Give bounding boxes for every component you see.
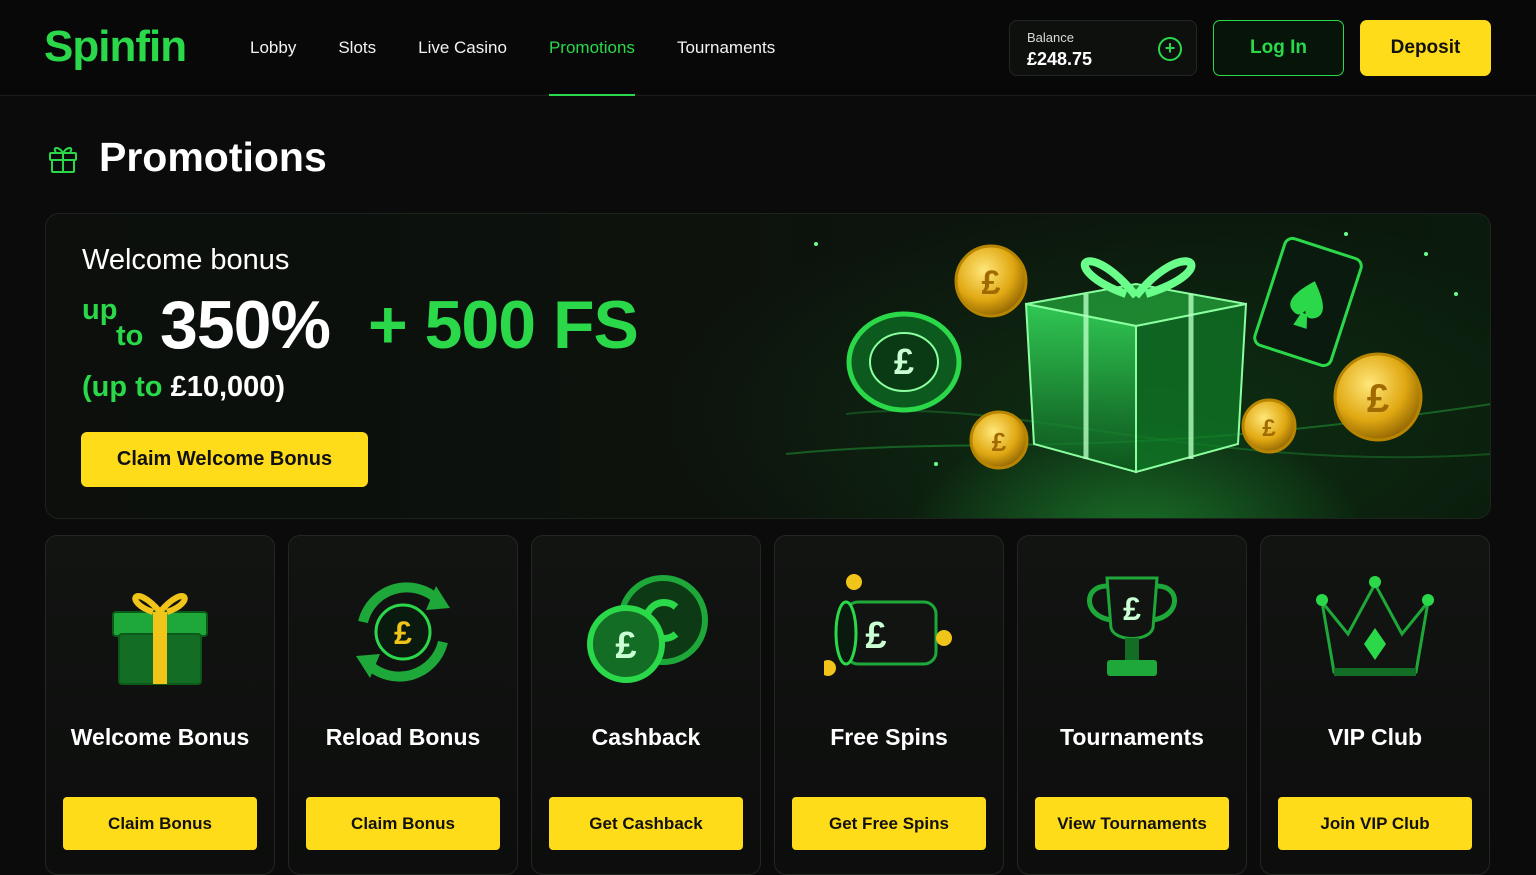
promo-card-welcome-bonus: Welcome Bonus Claim Bonus [45,535,275,875]
promo-card-title: Cashback [591,724,701,750]
balance-label: Balance [1027,30,1074,45]
crown-icon [1316,576,1434,676]
logo[interactable]: Spinfin [44,22,187,72]
reload-coin-icon: £ [356,582,450,682]
view-tournaments-button[interactable]: View Tournaments [1035,797,1229,850]
welcome-bonus-banner: Welcome bonus up to 350% + 500 FS (up to… [45,213,1491,519]
promo-card-tournaments: £ Tournaments View Tournaments [1017,535,1247,875]
promo-card-title: VIP Club [1327,724,1423,750]
hero-free-spins: + 500 FS [368,287,639,363]
hero-bonus-cap: (up to £10,000) [82,371,285,404]
nav-slots[interactable]: Slots [338,0,376,96]
promo-card-vip-club: VIP Club Join VIP Club [1260,535,1490,875]
promo-card-cashback: £ Cashback Get Cashback [531,535,761,875]
svg-text:£: £ [865,615,886,657]
hero-bonus-percent: 350% [160,287,331,363]
get-free-spins-button[interactable]: Get Free Spins [792,797,986,850]
casino-chip-icon: £ [846,311,962,413]
nav-live-casino[interactable]: Live Casino [418,0,507,96]
balance-value: £248.75 [1027,49,1093,69]
slot-reel-icon: £ [824,574,952,676]
top-header: Spinfin Lobby Slots Live Casino Promotio… [0,0,1536,96]
add-funds-icon[interactable]: + [1158,37,1182,61]
gift-icon [112,593,208,685]
claim-welcome-bonus-button[interactable]: Claim Welcome Bonus [81,432,368,487]
hero-cap-prefix: (up to [82,371,171,403]
promo-card-reload-bonus: £ Reload Bonus Claim Bonus [288,535,518,875]
svg-text:£: £ [394,615,412,651]
promo-card-title: Free Spins [830,724,948,750]
login-button[interactable]: Log In [1213,20,1344,76]
logo-text: Spinfin [44,22,187,71]
svg-text:£: £ [1367,377,1389,421]
gift-box-icon [1024,257,1248,474]
promo-card-title: Tournaments [1060,724,1204,750]
promo-card-title: Reload Bonus [325,724,481,750]
hero-kicker: Welcome bonus [82,244,290,276]
page-title: Promotions [99,134,327,180]
nav-promotions[interactable]: Promotions [548,0,635,96]
svg-text:£: £ [992,427,1007,457]
svg-text:£: £ [894,341,914,382]
join-vip-club-button[interactable]: Join VIP Club [1278,797,1472,850]
cashback-coins-icon: £ [587,575,708,683]
hero-illustration: £ £ £ £ £ [786,232,1490,474]
nav-lobby[interactable]: Lobby [250,0,296,96]
nav-tournaments[interactable]: Tournaments [677,0,775,96]
get-cashback-button[interactable]: Get Cashback [549,797,743,850]
ace-of-spades-card-icon [1253,236,1363,368]
gift-icon [49,147,77,173]
trophy-icon: £ [1087,576,1177,676]
promo-card-free-spins: £ Free Spins Get Free Spins [774,535,1004,875]
deposit-button[interactable]: Deposit [1360,20,1491,76]
svg-text:£: £ [615,625,636,667]
svg-text:£: £ [982,264,1001,302]
hero-cap-amount: £10,000) [170,371,286,403]
claim-bonus-button[interactable]: Claim Bonus [63,797,257,850]
claim-bonus-button[interactable]: Claim Bonus [306,797,500,850]
main-nav: Lobby Slots Live Casino Promotions Tourn… [250,0,817,96]
hero-to-text: to [116,320,144,352]
balance-widget: Balance £248.75 + [1009,20,1197,76]
svg-text:£: £ [1123,591,1141,627]
svg-text:£: £ [1262,415,1276,442]
hero-up-text: up [82,294,118,326]
promo-card-title: Welcome Bonus [70,724,250,750]
